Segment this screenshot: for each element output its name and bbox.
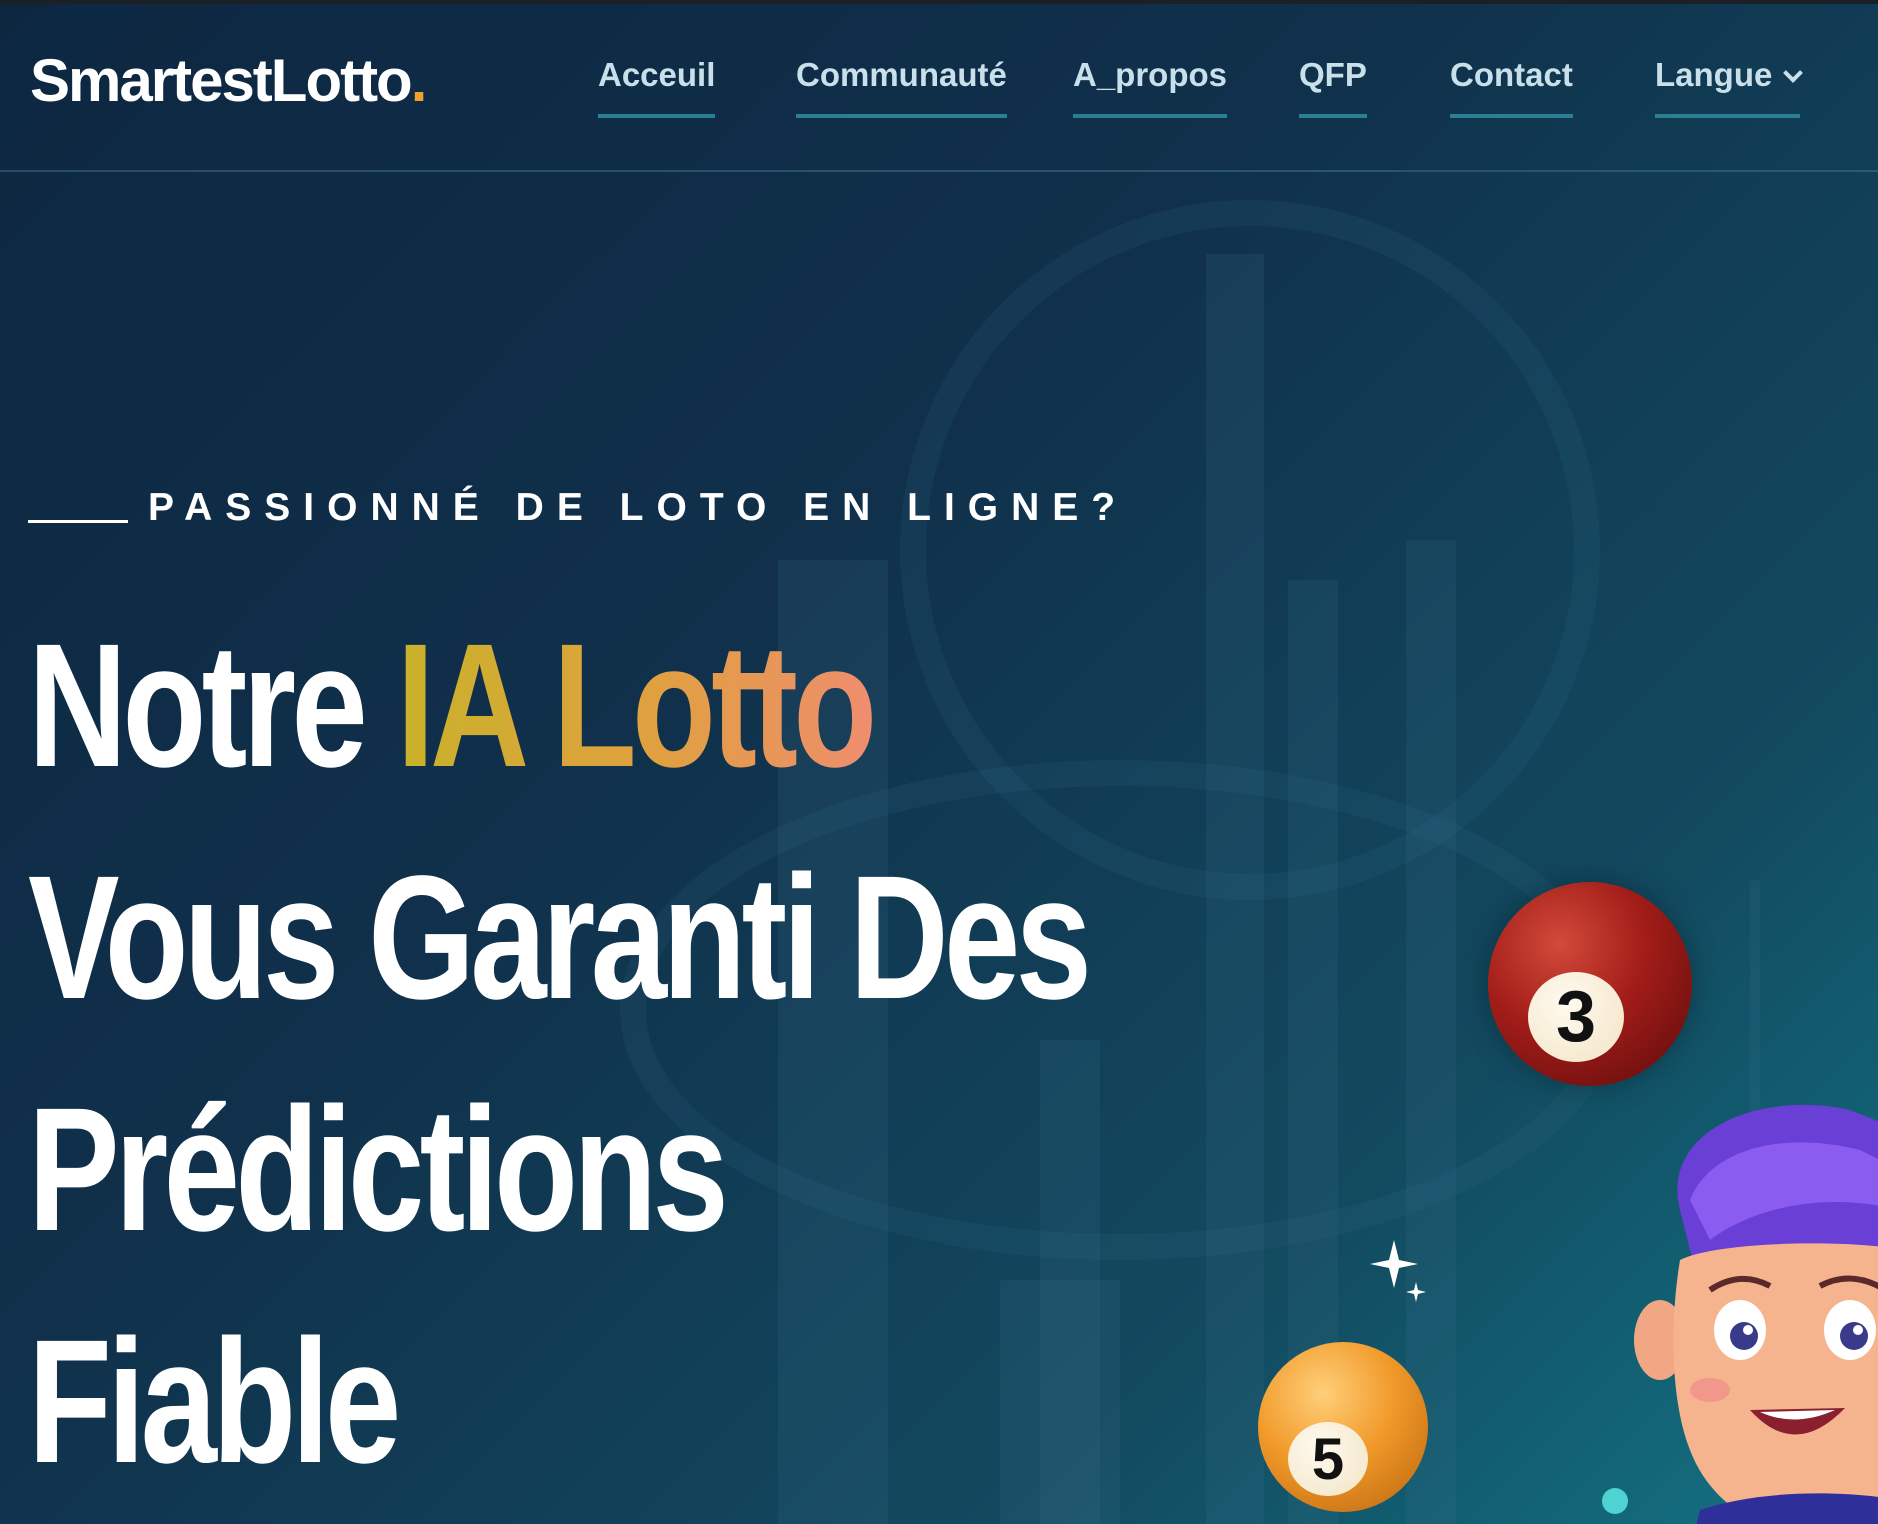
language-dropdown[interactable]: Langue bbox=[1655, 56, 1804, 118]
nav-label: QFP bbox=[1299, 56, 1367, 93]
headline-line-1: Notre IA Lotto bbox=[28, 590, 964, 822]
headline-line-4: Fiable bbox=[28, 1304, 401, 1500]
headline-line-3: Prédictions bbox=[28, 1072, 729, 1268]
nav-item-qfp[interactable]: QFP bbox=[1299, 56, 1367, 118]
site-header: SmartestLotto. Acceuil Communauté A_prop… bbox=[0, 4, 1878, 172]
brand-logo[interactable]: SmartestLotto. bbox=[30, 46, 428, 115]
nav-item-a-propos[interactable]: A_propos bbox=[1073, 56, 1228, 118]
kicker-rule bbox=[28, 520, 128, 523]
mascot-illustration bbox=[1634, 1104, 1878, 1524]
headline-line-2: Vous Garanti Des bbox=[28, 840, 1092, 1036]
chevron-down-icon bbox=[1783, 63, 1804, 83]
nav-label: Communauté bbox=[796, 56, 1007, 93]
brand-dot: . bbox=[410, 47, 428, 114]
brand-name: SmartestLotto bbox=[30, 47, 413, 114]
lotto-ball-orange: 5 bbox=[1258, 1342, 1428, 1512]
page: SmartestLotto. Acceuil Communauté A_prop… bbox=[0, 0, 1878, 1524]
nav-item-communaute[interactable]: Communauté bbox=[796, 56, 1007, 118]
hero-headline: Notre IA Lotto Vous Garanti Des Prédicti… bbox=[28, 590, 1228, 1518]
headline-accent: IA Lotto bbox=[396, 608, 878, 804]
ball-number: 3 bbox=[1528, 972, 1624, 1062]
lotto-ball-red: 3 bbox=[1488, 882, 1692, 1086]
nav-item-acceuil[interactable]: Acceuil bbox=[598, 56, 716, 118]
nav-label: A_propos bbox=[1073, 56, 1228, 93]
hero-kicker: PASSIONNÉ DE LOTO EN LIGNE? bbox=[148, 486, 1129, 529]
headline-prefix: Notre bbox=[28, 608, 368, 804]
nav-label: Contact bbox=[1450, 56, 1573, 93]
nav-label: Langue bbox=[1655, 56, 1773, 93]
ball-number: 5 bbox=[1288, 1422, 1368, 1496]
nav-item-contact[interactable]: Contact bbox=[1450, 56, 1573, 118]
sparkle-icon bbox=[1370, 1240, 1426, 1302]
nav-label: Acceuil bbox=[598, 56, 716, 93]
